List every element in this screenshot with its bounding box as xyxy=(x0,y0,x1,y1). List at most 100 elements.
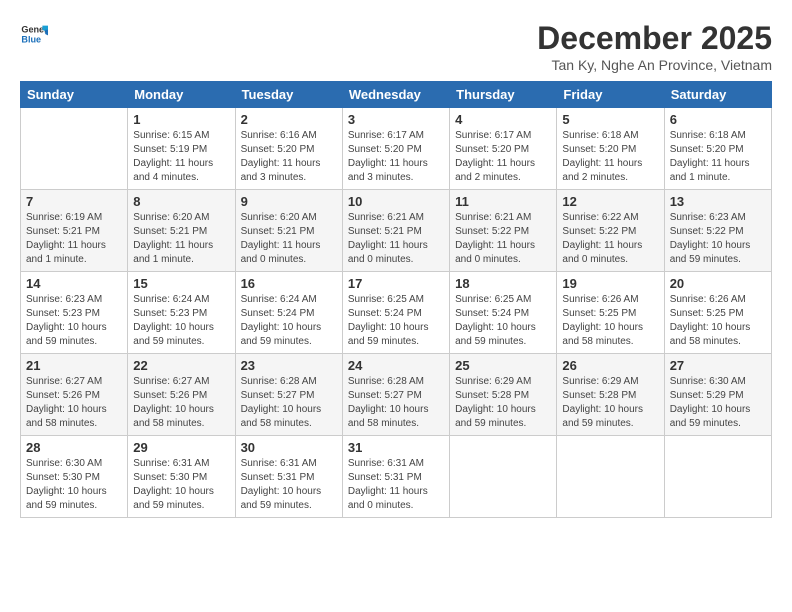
day-number: 18 xyxy=(455,276,551,291)
header: General Blue December 2025 Tan Ky, Nghe … xyxy=(20,20,772,73)
calendar-day-cell: 29Sunrise: 6:31 AMSunset: 5:30 PMDayligh… xyxy=(128,436,235,518)
calendar-header-row: SundayMondayTuesdayWednesdayThursdayFrid… xyxy=(21,82,772,108)
day-info: Sunrise: 6:28 AMSunset: 5:27 PMDaylight:… xyxy=(241,375,337,431)
day-info: Sunrise: 6:26 AMSunset: 5:25 PMDaylight:… xyxy=(562,293,658,349)
day-number: 1 xyxy=(133,112,229,127)
day-info: Sunrise: 6:18 AMSunset: 5:20 PMDaylight:… xyxy=(562,129,658,185)
day-number: 5 xyxy=(562,112,658,127)
day-info: Sunrise: 6:15 AMSunset: 5:19 PMDaylight:… xyxy=(133,129,229,185)
day-info: Sunrise: 6:21 AMSunset: 5:22 PMDaylight:… xyxy=(455,211,551,267)
day-info: Sunrise: 6:25 AMSunset: 5:24 PMDaylight:… xyxy=(348,293,444,349)
day-info: Sunrise: 6:30 AMSunset: 5:30 PMDaylight:… xyxy=(26,457,122,513)
calendar-week-row: 1 Sunrise: 6:15 AMSunset: 5:19 PMDaylight… xyxy=(21,108,772,190)
svg-text:Blue: Blue xyxy=(21,34,41,44)
calendar-day-cell: 2Sunrise: 6:16 AMSunset: 5:20 PMDaylight… xyxy=(235,108,342,190)
day-info: Sunrise: 6:25 AMSunset: 5:24 PMDaylight:… xyxy=(455,293,551,349)
day-info: Sunrise: 6:31 AMSunset: 5:31 PMDaylight:… xyxy=(348,457,444,513)
day-info: Sunrise: 6:17 AMSunset: 5:20 PMDaylight:… xyxy=(348,129,444,185)
weekday-header: Sunday xyxy=(21,82,128,108)
calendar-day-cell: 15 Sunrise: 6:24 AMSunset: 5:23 PMDayligh… xyxy=(128,272,235,354)
calendar-day-cell: 17 Sunrise: 6:25 AMSunset: 5:24 PMDayligh… xyxy=(342,272,449,354)
calendar-day-cell: 8 Sunrise: 6:20 AMSunset: 5:21 PMDaylight… xyxy=(128,190,235,272)
day-info: Sunrise: 6:17 AMSunset: 5:20 PMDaylight:… xyxy=(455,129,551,185)
calendar-day-cell: 7Sunrise: 6:19 AMSunset: 5:21 PMDaylight… xyxy=(21,190,128,272)
calendar-day-cell: 26 Sunrise: 6:29 AMSunset: 5:28 PMDayligh… xyxy=(557,354,664,436)
calendar-empty-cell xyxy=(450,436,557,518)
calendar-day-cell: 24 Sunrise: 6:28 AMSunset: 5:27 PMDayligh… xyxy=(342,354,449,436)
day-number: 16 xyxy=(241,276,337,291)
calendar-day-cell: 14 Sunrise: 6:23 AMSunset: 5:23 PMDayligh… xyxy=(21,272,128,354)
calendar-day-cell: 6Sunrise: 6:18 AMSunset: 5:20 PMDaylight… xyxy=(664,108,771,190)
day-number: 30 xyxy=(241,440,337,455)
calendar-day-cell: 31 Sunrise: 6:31 AMSunset: 5:31 PMDayligh… xyxy=(342,436,449,518)
day-info: Sunrise: 6:20 AMSunset: 5:21 PMDaylight:… xyxy=(241,211,337,267)
calendar-day-cell: 12Sunrise: 6:22 AMSunset: 5:22 PMDayligh… xyxy=(557,190,664,272)
day-info: Sunrise: 6:29 AMSunset: 5:28 PMDaylight:… xyxy=(455,375,551,431)
calendar-day-cell: 22 Sunrise: 6:27 AMSunset: 5:26 PMDayligh… xyxy=(128,354,235,436)
day-number: 7 xyxy=(26,194,122,209)
calendar-week-row: 21 Sunrise: 6:27 AMSunset: 5:26 PMDayligh… xyxy=(21,354,772,436)
day-number: 19 xyxy=(562,276,658,291)
calendar-day-cell: 27Sunrise: 6:30 AMSunset: 5:29 PMDayligh… xyxy=(664,354,771,436)
weekday-header: Wednesday xyxy=(342,82,449,108)
day-number: 25 xyxy=(455,358,551,373)
day-number: 8 xyxy=(133,194,229,209)
day-number: 29 xyxy=(133,440,229,455)
calendar-day-cell: 1 Sunrise: 6:15 AMSunset: 5:19 PMDaylight… xyxy=(128,108,235,190)
day-info: Sunrise: 6:22 AMSunset: 5:22 PMDaylight:… xyxy=(562,211,658,267)
day-number: 3 xyxy=(348,112,444,127)
day-number: 4 xyxy=(455,112,551,127)
day-number: 15 xyxy=(133,276,229,291)
day-info: Sunrise: 6:23 AMSunset: 5:23 PMDaylight:… xyxy=(26,293,122,349)
day-number: 24 xyxy=(348,358,444,373)
day-number: 10 xyxy=(348,194,444,209)
day-info: Sunrise: 6:27 AMSunset: 5:26 PMDaylight:… xyxy=(133,375,229,431)
calendar-day-cell: 20Sunrise: 6:26 AMSunset: 5:25 PMDayligh… xyxy=(664,272,771,354)
day-number: 14 xyxy=(26,276,122,291)
day-info: Sunrise: 6:28 AMSunset: 5:27 PMDaylight:… xyxy=(348,375,444,431)
day-number: 13 xyxy=(670,194,766,209)
day-number: 27 xyxy=(670,358,766,373)
day-number: 6 xyxy=(670,112,766,127)
day-info: Sunrise: 6:23 AMSunset: 5:22 PMDaylight:… xyxy=(670,211,766,267)
day-number: 21 xyxy=(26,358,122,373)
day-info: Sunrise: 6:24 AMSunset: 5:23 PMDaylight:… xyxy=(133,293,229,349)
weekday-header: Friday xyxy=(557,82,664,108)
calendar-day-cell: 19 Sunrise: 6:26 AMSunset: 5:25 PMDayligh… xyxy=(557,272,664,354)
day-info: Sunrise: 6:26 AMSunset: 5:25 PMDaylight:… xyxy=(670,293,766,349)
day-number: 23 xyxy=(241,358,337,373)
day-info: Sunrise: 6:20 AMSunset: 5:21 PMDaylight:… xyxy=(133,211,229,267)
calendar-day-cell: 10 Sunrise: 6:21 AMSunset: 5:21 PMDayligh… xyxy=(342,190,449,272)
day-info: Sunrise: 6:24 AMSunset: 5:24 PMDaylight:… xyxy=(241,293,337,349)
calendar-day-cell: 3 Sunrise: 6:17 AMSunset: 5:20 PMDaylight… xyxy=(342,108,449,190)
day-number: 22 xyxy=(133,358,229,373)
calendar-empty-cell xyxy=(664,436,771,518)
day-number: 17 xyxy=(348,276,444,291)
calendar-day-cell: 30 Sunrise: 6:31 AMSunset: 5:31 PMDayligh… xyxy=(235,436,342,518)
logo-icon: General Blue xyxy=(20,20,48,48)
calendar-day-cell: 5 Sunrise: 6:18 AMSunset: 5:20 PMDaylight… xyxy=(557,108,664,190)
day-number: 9 xyxy=(241,194,337,209)
day-info: Sunrise: 6:16 AMSunset: 5:20 PMDaylight:… xyxy=(241,129,337,185)
day-number: 26 xyxy=(562,358,658,373)
day-info: Sunrise: 6:21 AMSunset: 5:21 PMDaylight:… xyxy=(348,211,444,267)
weekday-header: Thursday xyxy=(450,82,557,108)
day-number: 11 xyxy=(455,194,551,209)
weekday-header: Monday xyxy=(128,82,235,108)
day-info: Sunrise: 6:29 AMSunset: 5:28 PMDaylight:… xyxy=(562,375,658,431)
calendar-day-cell: 4 Sunrise: 6:17 AMSunset: 5:20 PMDaylight… xyxy=(450,108,557,190)
calendar-day-cell: 16 Sunrise: 6:24 AMSunset: 5:24 PMDayligh… xyxy=(235,272,342,354)
calendar-day-cell: 11 Sunrise: 6:21 AMSunset: 5:22 PMDayligh… xyxy=(450,190,557,272)
subtitle: Tan Ky, Nghe An Province, Vietnam xyxy=(537,57,772,73)
day-info: Sunrise: 6:31 AMSunset: 5:31 PMDaylight:… xyxy=(241,457,337,513)
weekday-header: Saturday xyxy=(664,82,771,108)
title-section: December 2025 Tan Ky, Nghe An Province, … xyxy=(537,20,772,73)
calendar-day-cell: 21Sunrise: 6:27 AMSunset: 5:26 PMDayligh… xyxy=(21,354,128,436)
calendar-day-cell: 25 Sunrise: 6:29 AMSunset: 5:28 PMDayligh… xyxy=(450,354,557,436)
day-number: 28 xyxy=(26,440,122,455)
calendar-empty-cell xyxy=(21,108,128,190)
calendar-day-cell: 9 Sunrise: 6:20 AMSunset: 5:21 PMDaylight… xyxy=(235,190,342,272)
logo: General Blue xyxy=(20,20,48,48)
day-number: 31 xyxy=(348,440,444,455)
weekday-header: Tuesday xyxy=(235,82,342,108)
